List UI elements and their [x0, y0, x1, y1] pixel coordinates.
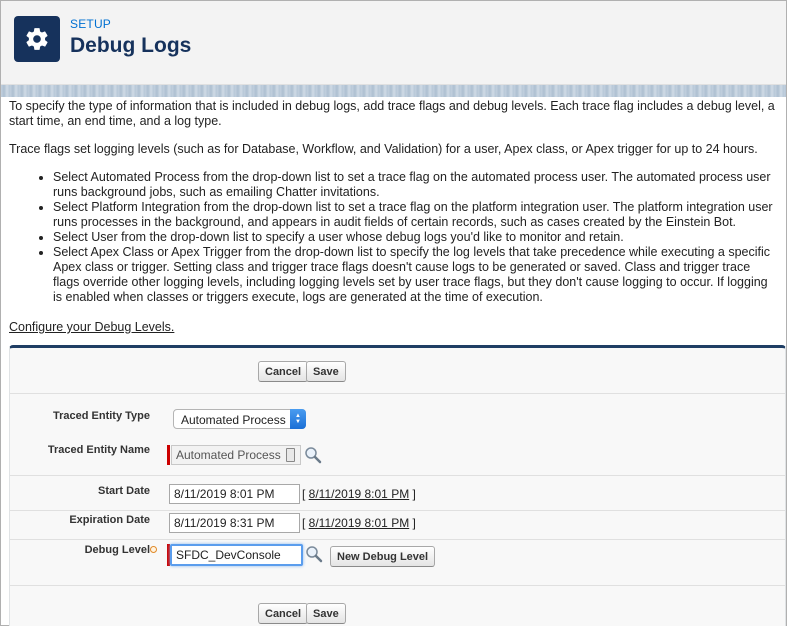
expiration-date-default: [ 8/11/2019 8:01 PM ] — [302, 516, 416, 530]
gear-icon — [26, 28, 48, 50]
page-title: Debug Logs — [70, 34, 192, 57]
header-decorative-stripe — [1, 85, 786, 97]
selected-value: Automated Process — [181, 413, 286, 427]
debug-level-input[interactable] — [170, 544, 303, 566]
divider — [10, 510, 785, 511]
intro-paragraph: Trace flags set logging levels (such as … — [9, 142, 758, 156]
setup-gear-badge — [14, 16, 60, 62]
instructions-list: Select Automated Process from the drop-d… — [53, 170, 779, 305]
intro-paragraph: To specify the type of information that … — [9, 99, 775, 128]
traced-entity-name-label: Traced Entity Name — [47, 444, 150, 456]
list-item: Select Platform Integration from the dro… — [53, 200, 779, 230]
divider — [10, 475, 785, 476]
traced-entity-type-select[interactable]: Automated Process ▲ ▼ — [173, 409, 306, 429]
list-item: Select User from the drop-down list to s… — [53, 230, 779, 245]
divider — [10, 585, 785, 586]
save-button-top[interactable]: Save — [306, 361, 346, 382]
start-date-input[interactable] — [169, 484, 300, 504]
select-arrows-icon: ▲ ▼ — [290, 409, 306, 429]
configure-debug-levels-link[interactable]: Configure your Debug Levels. — [9, 320, 174, 334]
required-indicator — [167, 445, 170, 465]
help-icon[interactable] — [150, 546, 157, 553]
traced-entity-name-field[interactable] — [171, 445, 301, 465]
intro-text: To specify the type of information that … — [9, 99, 779, 321]
page-header: SETUP Debug Logs — [1, 1, 786, 85]
start-date-label: Start Date — [98, 485, 150, 497]
expiration-date-label: Expiration Date — [69, 514, 150, 526]
list-item: Select Automated Process from the drop-d… — [53, 170, 779, 200]
lookup-magnifier-icon[interactable] — [304, 446, 322, 464]
divider — [10, 393, 785, 394]
trace-flag-form: Cancel Save Traced Entity Type Automated… — [9, 345, 786, 626]
start-date-default: [ 8/11/2019 8:01 PM ] — [302, 487, 416, 501]
save-button-bottom[interactable]: Save — [306, 603, 346, 624]
lookup-magnifier-icon[interactable] — [305, 545, 323, 563]
divider — [10, 539, 785, 540]
expiration-date-default-link[interactable]: 8/11/2019 8:01 PM — [309, 516, 410, 530]
list-item: Select Apex Class or Apex Trigger from t… — [53, 245, 779, 305]
cancel-button-top[interactable]: Cancel — [258, 361, 309, 382]
cancel-button-bottom[interactable]: Cancel — [258, 603, 309, 624]
traced-entity-type-label: Traced Entity Type — [53, 410, 150, 422]
new-debug-level-button[interactable]: New Debug Level — [330, 546, 436, 567]
start-date-default-link[interactable]: 8/11/2019 8:01 PM — [309, 487, 410, 501]
debug-level-label: Debug Level — [84, 544, 150, 556]
picklist-icon — [286, 448, 295, 462]
setup-section-label: SETUP — [70, 17, 112, 31]
expiration-date-input[interactable] — [169, 513, 300, 533]
